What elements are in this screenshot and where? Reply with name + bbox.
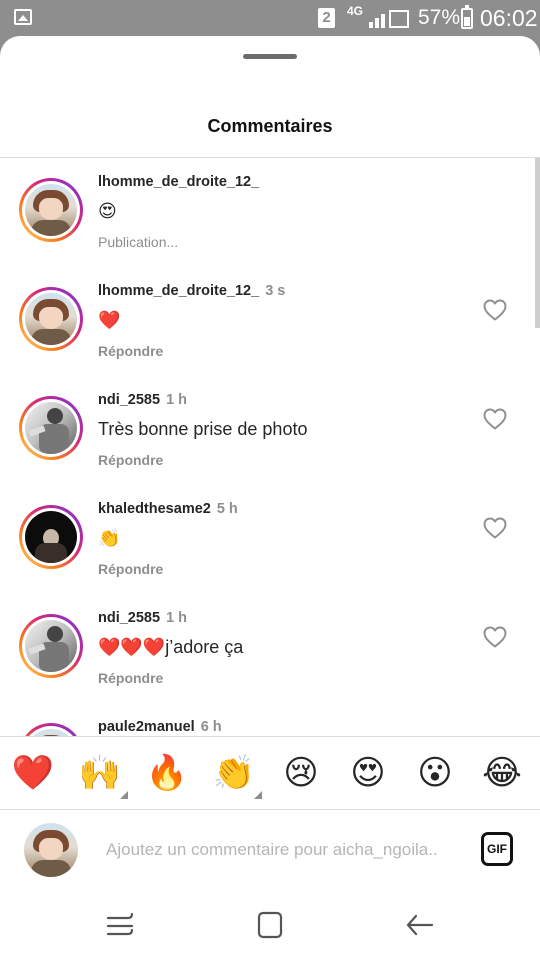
back-icon[interactable] [400, 908, 440, 942]
comment-row[interactable]: paule2manuel 6 h [0, 703, 540, 736]
signal-icon [369, 10, 411, 28]
comment-username[interactable]: paule2manuel 6 h [98, 719, 222, 735]
drag-handle[interactable] [243, 54, 297, 59]
comment-composer: GIF [0, 810, 540, 890]
avatar[interactable] [19, 178, 83, 242]
comment-username[interactable]: khaledthesame2 5 h [98, 501, 238, 517]
fire-emoji-button[interactable]: 🔥 [145, 751, 189, 795]
comment-username[interactable]: ndi_2585 1 h [98, 392, 187, 408]
navigation-bar [0, 890, 540, 960]
clock: 06:02 [480, 5, 538, 31]
heart-emoji-button[interactable]: ❤️ [11, 751, 55, 795]
heart-icon[interactable] [483, 626, 507, 648]
avatar[interactable] [19, 723, 83, 736]
comment-row[interactable]: lhomme_de_droite_12_ 3 s ❤️ Répondre [0, 267, 540, 376]
status-bar: 2 4G 57% 06:02 [0, 0, 540, 36]
comment-text: 😍 [98, 201, 117, 221]
comment-row[interactable]: khaledthesame2 5 h 👏 Répondre [0, 485, 540, 594]
avatar[interactable] [19, 614, 83, 678]
comments-list[interactable]: lhomme_de_droite_12_ 😍 Publication... lhomm… [0, 158, 540, 736]
comments-sheet: Commentaires lhomme_de_droite_12_ 😍 Public… [0, 36, 540, 960]
comment-text: ❤️ [98, 310, 121, 330]
reply-button[interactable]: Répondre [98, 452, 163, 468]
heart-icon[interactable] [483, 299, 507, 321]
quick-emoji-bar: ❤️ 🙌 🔥 👏 😢 😍 😮 😂 [0, 737, 540, 809]
surprised-face-emoji-button[interactable]: 😮 [413, 751, 457, 795]
avatar[interactable] [19, 396, 83, 460]
comment-input[interactable] [106, 834, 458, 866]
heart-icon[interactable] [483, 517, 507, 539]
clapping-hands-emoji-button[interactable]: 👏 [212, 751, 262, 799]
reply-button[interactable]: Répondre [98, 343, 163, 359]
comment-row[interactable]: lhomme_de_droite_12_ 😍 Publication... [0, 158, 540, 267]
avatar [24, 823, 78, 877]
scrollbar[interactable] [535, 158, 540, 328]
comment-time: 1 h [166, 610, 188, 626]
battery-icon [461, 5, 473, 29]
reply-button[interactable]: Répondre [98, 670, 163, 686]
comment-text: ❤️❤️❤️j’adore ça [98, 637, 244, 657]
posting-status: Publication... [98, 234, 179, 250]
heart-eyes-emoji-button[interactable]: 😍 [346, 751, 390, 795]
comment-time: 5 h [216, 501, 238, 517]
recent-apps-icon[interactable] [100, 908, 140, 942]
comment-time: 6 h [200, 719, 222, 735]
comment-text: 👏 [98, 528, 121, 548]
heart-icon[interactable] [483, 408, 507, 430]
comment-username[interactable]: lhomme_de_droite_12_ [98, 174, 265, 190]
gif-button[interactable]: GIF [481, 832, 513, 866]
raising-hands-emoji-button[interactable]: 🙌 [78, 751, 128, 799]
sheet-title: Commentaires [207, 116, 333, 136]
crying-face-emoji-button[interactable]: 😢 [279, 751, 323, 795]
comment-username[interactable]: lhomme_de_droite_12_ 3 s [98, 283, 285, 299]
comment-text: Très bonne prise de photo [98, 419, 308, 439]
avatar[interactable] [19, 505, 83, 569]
sim-icon: 2 [318, 8, 335, 28]
comment-time: 1 h [166, 392, 188, 408]
network-type: 4G [347, 4, 364, 18]
home-icon[interactable] [250, 908, 290, 942]
comment-time: 3 s [265, 283, 286, 299]
comment-row[interactable]: ndi_2585 1 h Très bonne prise de photo Répo… [0, 376, 540, 485]
avatar[interactable] [19, 287, 83, 351]
comment-row[interactable]: ndi_2585 1 h ❤️❤️❤️j’adore ça Répondre [0, 594, 540, 703]
reply-button[interactable]: Répondre [98, 561, 163, 577]
comment-username[interactable]: ndi_2585 1 h [98, 610, 187, 626]
laughing-face-emoji-button[interactable]: 😂 [480, 751, 524, 795]
image-icon [14, 9, 32, 25]
battery-percent: 57% [418, 6, 461, 29]
